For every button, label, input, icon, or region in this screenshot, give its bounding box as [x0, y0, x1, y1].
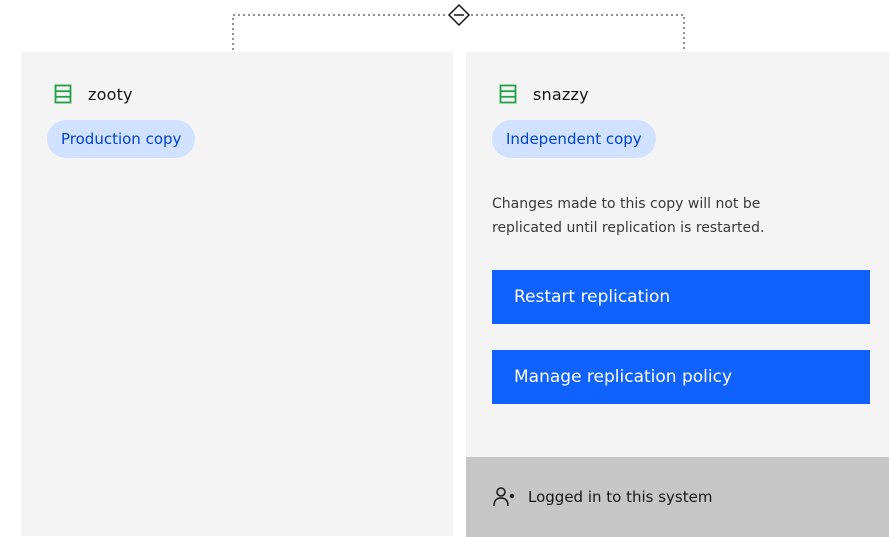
user-online-icon: [493, 487, 515, 507]
logged-in-footer: Logged in to this system: [466, 457, 889, 537]
system-header: snazzy: [498, 84, 589, 104]
replication-status-description: Changes made to this copy will not be re…: [492, 192, 872, 240]
description-line: Changes made to this copy will not be: [492, 196, 761, 212]
storage-system-icon: [54, 84, 72, 104]
restart-replication-button[interactable]: Restart replication: [492, 270, 870, 324]
description-line: replicated until replication is restarte…: [492, 220, 765, 236]
target-system-panel: snazzy Independent copy Changes made to …: [466, 52, 889, 537]
system-name: snazzy: [533, 84, 589, 104]
manage-replication-policy-button[interactable]: Manage replication policy: [492, 350, 870, 404]
replication-connector: [232, 3, 685, 55]
production-copy-tag: Production copy: [47, 120, 196, 158]
logged-in-text: Logged in to this system: [528, 488, 713, 506]
system-name: zooty: [88, 84, 133, 104]
storage-system-icon: [499, 84, 517, 104]
diamond-link-icon[interactable]: [447, 3, 471, 27]
system-header: zooty: [53, 84, 133, 104]
source-system-panel: zooty Production copy: [21, 52, 453, 536]
independent-copy-tag: Independent copy: [492, 120, 656, 158]
